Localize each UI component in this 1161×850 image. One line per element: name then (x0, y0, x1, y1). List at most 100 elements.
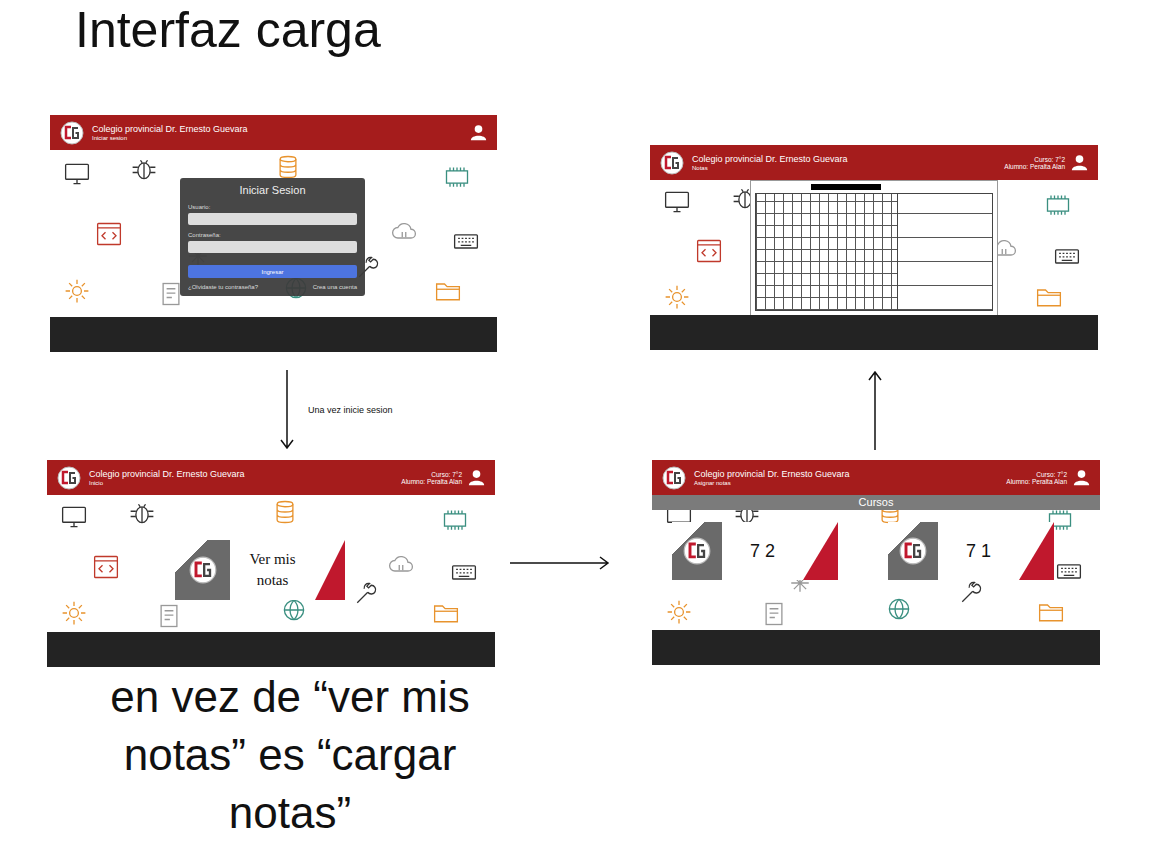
courses-screen: Colegio provincial Dr. Ernesto Guevara A… (652, 460, 1100, 665)
gear-icon (663, 283, 691, 311)
school-logo-icon (683, 537, 711, 565)
text-input[interactable] (188, 241, 357, 253)
login-dialog: Iniciar Sesion Usuario: Contraseña: Ingr… (180, 178, 365, 296)
course-list: 7 2 7 1 (652, 510, 1100, 580)
school-logo-icon (899, 537, 927, 565)
code-icon (695, 237, 723, 265)
flow-arrow (510, 556, 610, 570)
screen-footer (650, 315, 1098, 350)
screen-footer (652, 630, 1100, 665)
screen-footer (47, 632, 495, 667)
monitor-icon (60, 503, 88, 531)
tool-icon (352, 580, 380, 608)
field-label: Usuario: (188, 204, 357, 210)
app-header: Colegio provincial Dr. Ernesto Guevara I… (50, 115, 497, 150)
page-name: Inicio (89, 480, 245, 486)
user-icon[interactable] (470, 124, 487, 141)
gear-icon (63, 277, 91, 305)
doc-icon (760, 600, 788, 628)
screen-footer (50, 317, 497, 352)
globe-icon (280, 596, 308, 624)
app-header: Colegio provincial Dr. Ernesto Guevara A… (652, 460, 1100, 495)
school-name: Colegio provincial Dr. Ernesto Guevara (692, 154, 848, 164)
chip-icon (441, 506, 469, 534)
cloud-icon (390, 217, 418, 245)
user-icon[interactable] (1073, 469, 1090, 486)
menu-card[interactable]: Ver mis notas (175, 540, 345, 600)
field-label: Contraseña: (188, 232, 357, 238)
monitor-icon (663, 188, 691, 216)
dialog-title: Iniciar Sesion (188, 184, 357, 196)
student-label: Alumno: Peralta Alan (401, 478, 462, 485)
flow-arrow: Una vez inicie sesion (280, 370, 393, 450)
dialog-link[interactable]: ¿Olvidaste tu contraseña? (188, 284, 258, 290)
school-logo-icon (662, 466, 686, 490)
bug-icon (128, 499, 156, 527)
section-bar: Cursos (652, 495, 1100, 510)
arrow-down-icon (280, 370, 294, 450)
flow-arrow (868, 370, 882, 450)
dialog-link[interactable]: Crea una cuenta (313, 284, 357, 290)
report-card-document (750, 180, 998, 315)
school-logo-icon (660, 151, 684, 175)
app-header: Colegio provincial Dr. Ernesto Guevara N… (650, 145, 1098, 180)
folder-icon (432, 599, 460, 627)
keyboard-icon (1055, 557, 1083, 585)
card-accent (803, 522, 838, 580)
folder-icon (1037, 598, 1065, 626)
card-accent (315, 540, 345, 600)
card-label: Ver mis notas (230, 540, 315, 600)
arrow-up-icon (868, 370, 882, 450)
keyboard-icon (452, 227, 480, 255)
annotation-note: en vez de “ver mis notas” es “cargar not… (70, 668, 510, 842)
flow-diagram: Interfaz carga Colegio provincial Dr. Er… (0, 0, 1161, 850)
course-card[interactable]: 7 1 (888, 522, 1054, 580)
course-label: 7 2 (722, 522, 803, 580)
bug-icon (130, 155, 158, 183)
course-card[interactable]: 7 2 (672, 522, 838, 580)
app-header: Colegio provincial Dr. Ernesto Guevara I… (47, 460, 495, 495)
card-logo-area (672, 522, 722, 580)
tool-icon (957, 579, 985, 607)
code-icon (95, 220, 123, 248)
student-label: Alumno: Peralta Alan (1004, 163, 1065, 170)
folder-icon (1035, 283, 1063, 311)
page-name: Notas (692, 165, 848, 171)
grades-grid (755, 193, 898, 311)
gear-icon (665, 598, 693, 626)
school-logo-icon (189, 556, 217, 584)
screen-body: Iniciar Sesion Usuario: Contraseña: Ingr… (50, 150, 497, 317)
chip-icon (1044, 191, 1072, 219)
chip-icon (443, 163, 471, 191)
monitor-icon (63, 160, 91, 188)
page-name: Asignar notas (694, 480, 850, 486)
gear-icon (60, 599, 88, 627)
card-logo-area (175, 540, 230, 600)
signature-area (898, 193, 993, 311)
page-name: Iniciar sesion (92, 135, 248, 141)
arrow-right-icon (510, 556, 610, 570)
screen-body: Ver mis notas (47, 495, 495, 632)
cloud-icon (387, 550, 415, 578)
code-icon (92, 553, 120, 581)
course-label: Curso: 7°2 (1004, 156, 1065, 163)
keyboard-icon (450, 558, 478, 586)
school-name: Colegio provincial Dr. Ernesto Guevara (694, 469, 850, 479)
school-name: Colegio provincial Dr. Ernesto Guevara (89, 469, 245, 479)
diagram-title: Interfaz carga (75, 0, 381, 60)
home-screen: Colegio provincial Dr. Ernesto Guevara I… (47, 460, 495, 667)
user-info: Curso: 7°2 Alumno: Peralta Alan (401, 471, 462, 485)
course-label: Curso: 7°2 (401, 471, 462, 478)
text-input[interactable] (188, 213, 357, 225)
arrow-label: Una vez inicie sesion (308, 405, 393, 415)
user-icon[interactable] (1071, 154, 1088, 171)
submit-button[interactable]: Ingresar (188, 265, 357, 278)
user-info: Curso: 7°2 Alumno: Peralta Alan (1006, 471, 1067, 485)
student-label: Alumno: Peralta Alan (1006, 478, 1067, 485)
course-label: 7 1 (938, 522, 1019, 580)
school-logo-icon (57, 466, 81, 490)
user-info: Curso: 7°2 Alumno: Peralta Alan (1004, 156, 1065, 170)
card-accent (1019, 522, 1054, 580)
login-screen: Colegio provincial Dr. Ernesto Guevara I… (50, 115, 497, 352)
user-icon[interactable] (468, 469, 485, 486)
